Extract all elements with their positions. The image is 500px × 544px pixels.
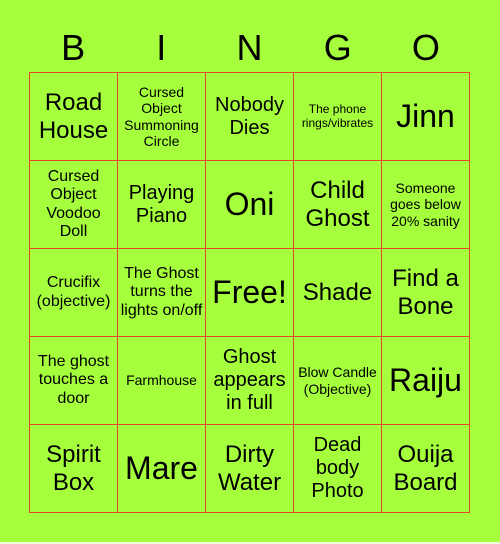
header-letter-i: I (156, 27, 167, 68)
bingo-cell[interactable]: Dead body Photo (294, 425, 382, 513)
free-space-cell[interactable]: Free! (206, 249, 294, 337)
bingo-grid: Road House Cursed Object Summoning Circl… (29, 72, 470, 513)
bingo-header: B I N G O (29, 28, 470, 68)
bingo-cell[interactable]: The Ghost turns the lights on/off (118, 249, 206, 337)
bingo-cell[interactable]: Cursed Object Voodoo Doll (30, 161, 118, 249)
bingo-cell[interactable]: Playing Piano (118, 161, 206, 249)
bingo-cell[interactable]: Spirit Box (30, 425, 118, 513)
bingo-cell[interactable]: Shade (294, 249, 382, 337)
bingo-cell[interactable]: Cursed Object Summoning Circle (118, 73, 206, 161)
header-letter-n: N (236, 27, 263, 68)
header-letter-b: B (61, 27, 86, 68)
bingo-cell[interactable]: Find a Bone (382, 249, 470, 337)
bingo-cell[interactable]: Jinn (382, 73, 470, 161)
bingo-cell[interactable]: Raiju (382, 337, 470, 425)
header-letter-g: G (323, 27, 352, 68)
header-letter-o: O (411, 27, 440, 68)
bingo-cell[interactable]: Mare (118, 425, 206, 513)
bingo-cell[interactable]: Farmhouse (118, 337, 206, 425)
bingo-cell[interactable]: Child Ghost (294, 161, 382, 249)
bingo-cell[interactable]: Blow Candle (Objective) (294, 337, 382, 425)
bingo-cell[interactable]: The phone rings/vibrates (294, 73, 382, 161)
bingo-cell[interactable]: Oni (206, 161, 294, 249)
bingo-cell[interactable]: Dirty Water (206, 425, 294, 513)
bingo-cell[interactable]: Road House (30, 73, 118, 161)
bingo-cell[interactable]: The ghost touches a door (30, 337, 118, 425)
bingo-cell[interactable]: Ghost appears in full (206, 337, 294, 425)
bingo-cell[interactable]: Nobody Dies (206, 73, 294, 161)
bingo-cell[interactable]: Someone goes below 20% sanity (382, 161, 470, 249)
bingo-cell[interactable]: Ouija Board (382, 425, 470, 513)
bingo-cell[interactable]: Crucifix (objective) (30, 249, 118, 337)
